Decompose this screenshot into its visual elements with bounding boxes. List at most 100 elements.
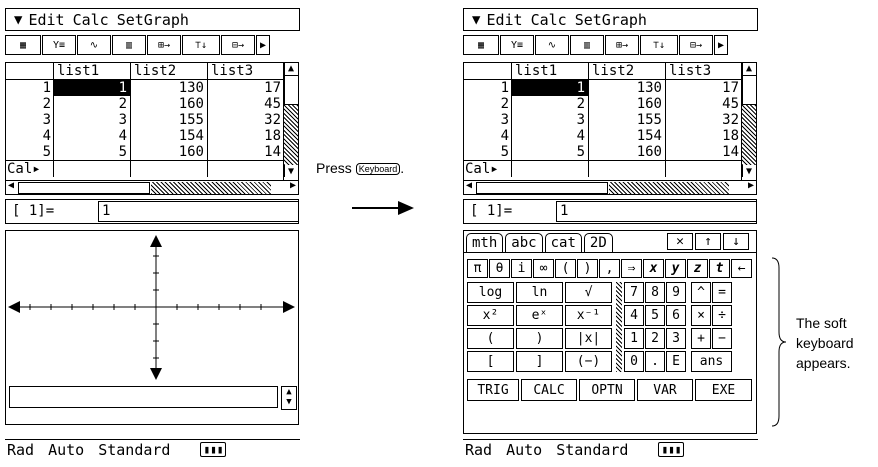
scroll-left-icon[interactable]: ◀ [8,180,14,191]
table-row: 3 3 155 32 [6,112,285,128]
column-header[interactable]: list3 [208,63,285,79]
scroll-thumb[interactable] [284,76,298,105]
menu-setgraph[interactable]: SetGraph [117,11,189,29]
table-header: list1 list2 list3 [6,63,285,80]
hscroll-thumb[interactable] [476,182,608,194]
tab-cat[interactable]: cat [544,233,582,253]
graph-entry-scroll-icon[interactable]: ▲ ▼ [281,386,297,410]
selected-cell[interactable]: 1 [54,80,131,96]
table-row: 1 1 130 17 [6,80,285,96]
graph-entry-field[interactable] [9,386,278,408]
edit-index: [ 1]= [12,203,55,219]
column-header[interactable]: list1 [512,63,589,79]
menu-arrow-icon[interactable]: ▼ [14,12,22,28]
graph-editor-icon[interactable]: Y≡ [42,35,76,55]
vertical-scrollbar[interactable]: ▲ ▼ [283,63,298,180]
edit-index: [ 1]= [470,203,513,219]
edit-line: [ 1]= 1 [5,199,299,224]
calc-row-label[interactable]: Cal▸ [6,161,54,177]
graph-icon[interactable]: ▦ [5,35,41,55]
scroll-right-icon[interactable]: ▶ [748,180,754,191]
calculator-screen-before: ▼ Edit Calc SetGraph ▦ Y≡ ∿ ▥ ⊞→ ⊤↓ ⊟→ ▶… [5,8,300,460]
list-table: list1 list2 list3 1 1 130 17 2 2 160 45 3 3 155 3… [5,62,299,195]
toolbar-more-icon[interactable]: ▶ [256,35,270,55]
selected-cell[interactable]: 1 [512,80,589,96]
table-row: 4 4 154 18 [6,128,285,144]
stat-icon[interactable]: ∿ [535,35,569,55]
menu-bar: ▼ Edit Calc SetGraph [463,8,758,31]
toolbar: ▦ Y≡ ∿ ▥ ⊞→ ⊤↓ ⊟→ ▶ [5,35,300,57]
graph-editor-icon[interactable]: Y≡ [500,35,534,55]
hscroll-thumb[interactable] [18,182,150,194]
right-arrow-icon [352,201,414,215]
edit-input[interactable]: 1 [98,201,299,222]
stat-icon[interactable]: ∿ [77,35,111,55]
menu-bar: ▼ Edit Calc SetGraph [5,8,300,31]
menu-edit[interactable]: Edit [486,11,522,29]
calc-icon[interactable]: ▥ [112,35,146,55]
row-insert-icon[interactable]: ⊞→ [147,35,181,55]
scroll-up-icon[interactable]: ▲ [742,63,756,76]
toolbar-more-icon[interactable]: ▶ [714,35,728,55]
scroll-thumb[interactable] [742,76,756,105]
edit-line: [ 1]= 1 [463,199,757,224]
menu-calc[interactable]: Calc [531,11,567,29]
list-table: list1 list2 list3 1 1 130 17 2 2 160 45 3 3 155 3… [463,62,757,195]
table-row: 4 4 154 18 [464,128,743,144]
table-row: 2 2 160 45 [464,96,743,112]
calc-row: Cal▸ [6,160,285,177]
backspace-icon[interactable]: ← [731,259,752,278]
column-insert-icon[interactable]: ⊤↓ [182,35,220,55]
press-caption: Press Keyboard. [316,160,405,176]
tab-2d[interactable]: 2D [583,233,613,253]
column-insert-icon[interactable]: ⊤↓ [640,35,678,55]
menu-calc[interactable]: Calc [73,11,109,29]
calc-row-label[interactable]: Cal▸ [464,161,512,177]
scroll-down-icon[interactable]: ▼ [742,165,756,179]
status-bar: Rad Auto Standard ▮▮▮ [463,439,758,459]
scroll-up-icon[interactable]: ▲ [284,63,298,76]
table-row: 5 5 160 14 [464,144,743,160]
tab-abc[interactable]: abc [505,233,543,253]
horizontal-scrollbar[interactable]: ◀ ▶ [464,180,756,195]
column-header[interactable]: list2 [589,63,666,79]
figure: ▼ Edit Calc SetGraph ▦ Y≡ ∿ ▥ ⊞→ ⊤↓ ⊟→ ▶… [0,0,878,467]
down-icon[interactable]: ↓ [723,233,749,250]
brace-icon [771,257,787,427]
scroll-left-icon[interactable]: ◀ [466,180,472,191]
keyboard-key-icon: Keyboard [355,163,401,176]
edit-input[interactable]: 1 [556,201,757,222]
column-header[interactable]: list3 [666,63,743,79]
horizontal-scrollbar[interactable]: ◀ ▶ [6,180,298,195]
scroll-down-icon[interactable]: ▼ [284,165,298,179]
battery-icon: ▮▮▮ [200,442,227,457]
menu-arrow-icon[interactable]: ▼ [472,12,480,28]
calc-row: Cal▸ [464,160,743,177]
graph-icon[interactable]: ▦ [463,35,499,55]
up-icon[interactable]: ↑ [695,233,721,250]
column-header[interactable]: list2 [131,63,208,79]
table-row: 5 5 160 14 [6,144,285,160]
vertical-scrollbar[interactable]: ▲ ▼ [741,63,756,180]
status-bar: Rad Auto Standard ▮▮▮ [5,439,300,459]
tab-mth[interactable]: mth [466,233,504,253]
toolbar: ▦ Y≡ ∿ ▥ ⊞→ ⊤↓ ⊟→ ▶ [463,35,758,57]
table-row: 1 1 130 17 [464,80,743,96]
row-delete-icon[interactable]: ⊟→ [221,35,255,55]
menu-setgraph[interactable]: SetGraph [575,11,647,29]
menu-edit[interactable]: Edit [28,11,64,29]
soft-keyboard-caption: The soft keyboard appears. [796,315,854,371]
row-delete-icon[interactable]: ⊟→ [679,35,713,55]
close-icon[interactable]: ✕ [667,233,693,250]
column-header[interactable]: list1 [54,63,131,79]
row-insert-icon[interactable]: ⊞→ [605,35,639,55]
calculator-screen-after: ▼ Edit Calc SetGraph ▦ Y≡ ∿ ▥ ⊞→ ⊤↓ ⊟→ ▶… [463,8,758,460]
calc-icon[interactable]: ▥ [570,35,604,55]
battery-icon: ▮▮▮ [658,442,685,457]
table-row: 3 3 155 32 [464,112,743,128]
table-header: list1 list2 list3 [464,63,743,80]
keyboard-tabs: mth abc cat 2D [466,233,615,253]
table-row: 2 2 160 45 [6,96,285,112]
graph-window[interactable]: ▲ ▼ [5,230,299,425]
scroll-right-icon[interactable]: ▶ [290,180,296,191]
